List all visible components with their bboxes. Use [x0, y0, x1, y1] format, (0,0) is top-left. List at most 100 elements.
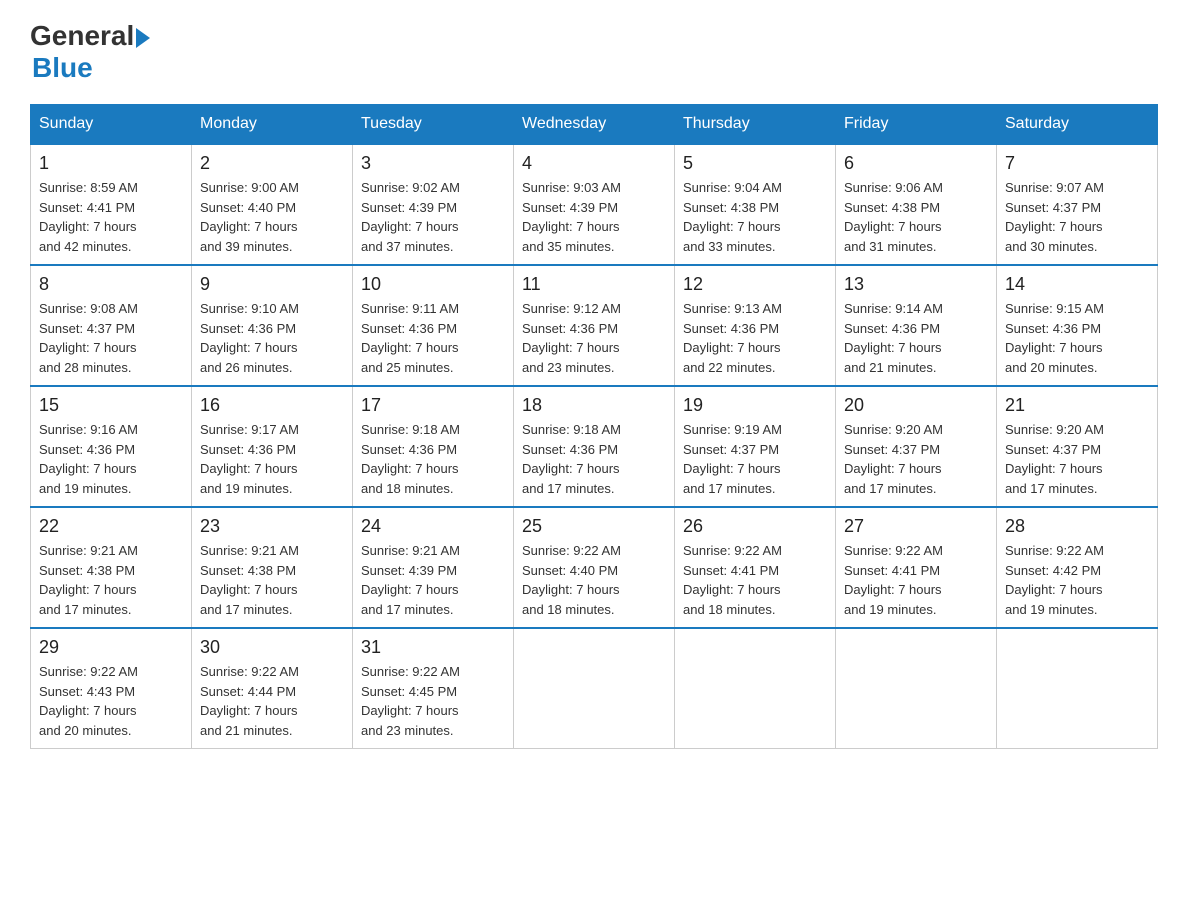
day-info: Sunrise: 9:14 AM Sunset: 4:36 PM Dayligh… [844, 299, 988, 377]
day-number: 16 [200, 395, 344, 416]
day-number: 25 [522, 516, 666, 537]
logo-arrow-icon [136, 28, 150, 48]
day-info: Sunrise: 9:15 AM Sunset: 4:36 PM Dayligh… [1005, 299, 1149, 377]
day-info: Sunrise: 9:06 AM Sunset: 4:38 PM Dayligh… [844, 178, 988, 256]
day-number: 14 [1005, 274, 1149, 295]
day-info: Sunrise: 9:22 AM Sunset: 4:45 PM Dayligh… [361, 662, 505, 740]
calendar-cell: 8 Sunrise: 9:08 AM Sunset: 4:37 PM Dayli… [31, 265, 192, 386]
day-number: 10 [361, 274, 505, 295]
day-number: 9 [200, 274, 344, 295]
day-info: Sunrise: 9:00 AM Sunset: 4:40 PM Dayligh… [200, 178, 344, 256]
calendar-cell: 28 Sunrise: 9:22 AM Sunset: 4:42 PM Dayl… [997, 507, 1158, 628]
calendar-cell: 25 Sunrise: 9:22 AM Sunset: 4:40 PM Dayl… [514, 507, 675, 628]
calendar-cell: 14 Sunrise: 9:15 AM Sunset: 4:36 PM Dayl… [997, 265, 1158, 386]
calendar-cell [675, 628, 836, 749]
calendar-cell [997, 628, 1158, 749]
col-header-friday: Friday [836, 105, 997, 145]
calendar-week-row: 8 Sunrise: 9:08 AM Sunset: 4:37 PM Dayli… [31, 265, 1158, 386]
calendar-cell: 23 Sunrise: 9:21 AM Sunset: 4:38 PM Dayl… [192, 507, 353, 628]
day-number: 20 [844, 395, 988, 416]
page-header: General Blue [30, 20, 1158, 84]
calendar-cell: 19 Sunrise: 9:19 AM Sunset: 4:37 PM Dayl… [675, 386, 836, 507]
day-number: 2 [200, 153, 344, 174]
day-number: 29 [39, 637, 183, 658]
day-number: 22 [39, 516, 183, 537]
day-number: 7 [1005, 153, 1149, 174]
day-info: Sunrise: 9:20 AM Sunset: 4:37 PM Dayligh… [1005, 420, 1149, 498]
day-number: 13 [844, 274, 988, 295]
calendar-cell: 22 Sunrise: 9:21 AM Sunset: 4:38 PM Dayl… [31, 507, 192, 628]
day-info: Sunrise: 9:07 AM Sunset: 4:37 PM Dayligh… [1005, 178, 1149, 256]
day-info: Sunrise: 9:08 AM Sunset: 4:37 PM Dayligh… [39, 299, 183, 377]
calendar-cell: 6 Sunrise: 9:06 AM Sunset: 4:38 PM Dayli… [836, 144, 997, 265]
calendar-cell: 31 Sunrise: 9:22 AM Sunset: 4:45 PM Dayl… [353, 628, 514, 749]
calendar-cell: 1 Sunrise: 8:59 AM Sunset: 4:41 PM Dayli… [31, 144, 192, 265]
calendar-cell: 15 Sunrise: 9:16 AM Sunset: 4:36 PM Dayl… [31, 386, 192, 507]
calendar-week-row: 22 Sunrise: 9:21 AM Sunset: 4:38 PM Dayl… [31, 507, 1158, 628]
calendar-week-row: 15 Sunrise: 9:16 AM Sunset: 4:36 PM Dayl… [31, 386, 1158, 507]
day-info: Sunrise: 9:21 AM Sunset: 4:38 PM Dayligh… [39, 541, 183, 619]
calendar-cell: 27 Sunrise: 9:22 AM Sunset: 4:41 PM Dayl… [836, 507, 997, 628]
day-info: Sunrise: 9:02 AM Sunset: 4:39 PM Dayligh… [361, 178, 505, 256]
day-info: Sunrise: 9:17 AM Sunset: 4:36 PM Dayligh… [200, 420, 344, 498]
day-number: 17 [361, 395, 505, 416]
day-info: Sunrise: 9:11 AM Sunset: 4:36 PM Dayligh… [361, 299, 505, 377]
day-info: Sunrise: 9:12 AM Sunset: 4:36 PM Dayligh… [522, 299, 666, 377]
calendar-cell: 5 Sunrise: 9:04 AM Sunset: 4:38 PM Dayli… [675, 144, 836, 265]
day-number: 26 [683, 516, 827, 537]
day-number: 8 [39, 274, 183, 295]
col-header-tuesday: Tuesday [353, 105, 514, 145]
calendar-cell: 21 Sunrise: 9:20 AM Sunset: 4:37 PM Dayl… [997, 386, 1158, 507]
col-header-wednesday: Wednesday [514, 105, 675, 145]
day-info: Sunrise: 9:18 AM Sunset: 4:36 PM Dayligh… [522, 420, 666, 498]
col-header-sunday: Sunday [31, 105, 192, 145]
day-number: 21 [1005, 395, 1149, 416]
day-info: Sunrise: 9:13 AM Sunset: 4:36 PM Dayligh… [683, 299, 827, 377]
day-info: Sunrise: 8:59 AM Sunset: 4:41 PM Dayligh… [39, 178, 183, 256]
calendar-cell: 9 Sunrise: 9:10 AM Sunset: 4:36 PM Dayli… [192, 265, 353, 386]
calendar-cell: 16 Sunrise: 9:17 AM Sunset: 4:36 PM Dayl… [192, 386, 353, 507]
logo-general: General [30, 20, 134, 52]
day-info: Sunrise: 9:22 AM Sunset: 4:40 PM Dayligh… [522, 541, 666, 619]
calendar-cell: 20 Sunrise: 9:20 AM Sunset: 4:37 PM Dayl… [836, 386, 997, 507]
day-number: 28 [1005, 516, 1149, 537]
day-info: Sunrise: 9:21 AM Sunset: 4:39 PM Dayligh… [361, 541, 505, 619]
day-number: 19 [683, 395, 827, 416]
day-info: Sunrise: 9:03 AM Sunset: 4:39 PM Dayligh… [522, 178, 666, 256]
day-number: 1 [39, 153, 183, 174]
day-number: 12 [683, 274, 827, 295]
day-number: 23 [200, 516, 344, 537]
logo-blue: Blue [32, 52, 150, 84]
day-number: 6 [844, 153, 988, 174]
calendar-cell: 17 Sunrise: 9:18 AM Sunset: 4:36 PM Dayl… [353, 386, 514, 507]
day-number: 15 [39, 395, 183, 416]
day-number: 31 [361, 637, 505, 658]
calendar-cell: 29 Sunrise: 9:22 AM Sunset: 4:43 PM Dayl… [31, 628, 192, 749]
day-number: 18 [522, 395, 666, 416]
calendar-cell [836, 628, 997, 749]
calendar-week-row: 29 Sunrise: 9:22 AM Sunset: 4:43 PM Dayl… [31, 628, 1158, 749]
day-info: Sunrise: 9:22 AM Sunset: 4:42 PM Dayligh… [1005, 541, 1149, 619]
day-info: Sunrise: 9:19 AM Sunset: 4:37 PM Dayligh… [683, 420, 827, 498]
calendar-cell: 13 Sunrise: 9:14 AM Sunset: 4:36 PM Dayl… [836, 265, 997, 386]
col-header-saturday: Saturday [997, 105, 1158, 145]
day-number: 11 [522, 274, 666, 295]
calendar-cell: 30 Sunrise: 9:22 AM Sunset: 4:44 PM Dayl… [192, 628, 353, 749]
calendar-cell: 12 Sunrise: 9:13 AM Sunset: 4:36 PM Dayl… [675, 265, 836, 386]
calendar-cell: 24 Sunrise: 9:21 AM Sunset: 4:39 PM Dayl… [353, 507, 514, 628]
calendar-week-row: 1 Sunrise: 8:59 AM Sunset: 4:41 PM Dayli… [31, 144, 1158, 265]
day-number: 5 [683, 153, 827, 174]
calendar-header-row: SundayMondayTuesdayWednesdayThursdayFrid… [31, 105, 1158, 145]
calendar-table: SundayMondayTuesdayWednesdayThursdayFrid… [30, 104, 1158, 749]
calendar-cell [514, 628, 675, 749]
calendar-cell: 18 Sunrise: 9:18 AM Sunset: 4:36 PM Dayl… [514, 386, 675, 507]
day-info: Sunrise: 9:10 AM Sunset: 4:36 PM Dayligh… [200, 299, 344, 377]
day-info: Sunrise: 9:22 AM Sunset: 4:44 PM Dayligh… [200, 662, 344, 740]
day-number: 27 [844, 516, 988, 537]
day-info: Sunrise: 9:16 AM Sunset: 4:36 PM Dayligh… [39, 420, 183, 498]
day-number: 24 [361, 516, 505, 537]
col-header-thursday: Thursday [675, 105, 836, 145]
col-header-monday: Monday [192, 105, 353, 145]
calendar-cell: 7 Sunrise: 9:07 AM Sunset: 4:37 PM Dayli… [997, 144, 1158, 265]
calendar-cell: 2 Sunrise: 9:00 AM Sunset: 4:40 PM Dayli… [192, 144, 353, 265]
